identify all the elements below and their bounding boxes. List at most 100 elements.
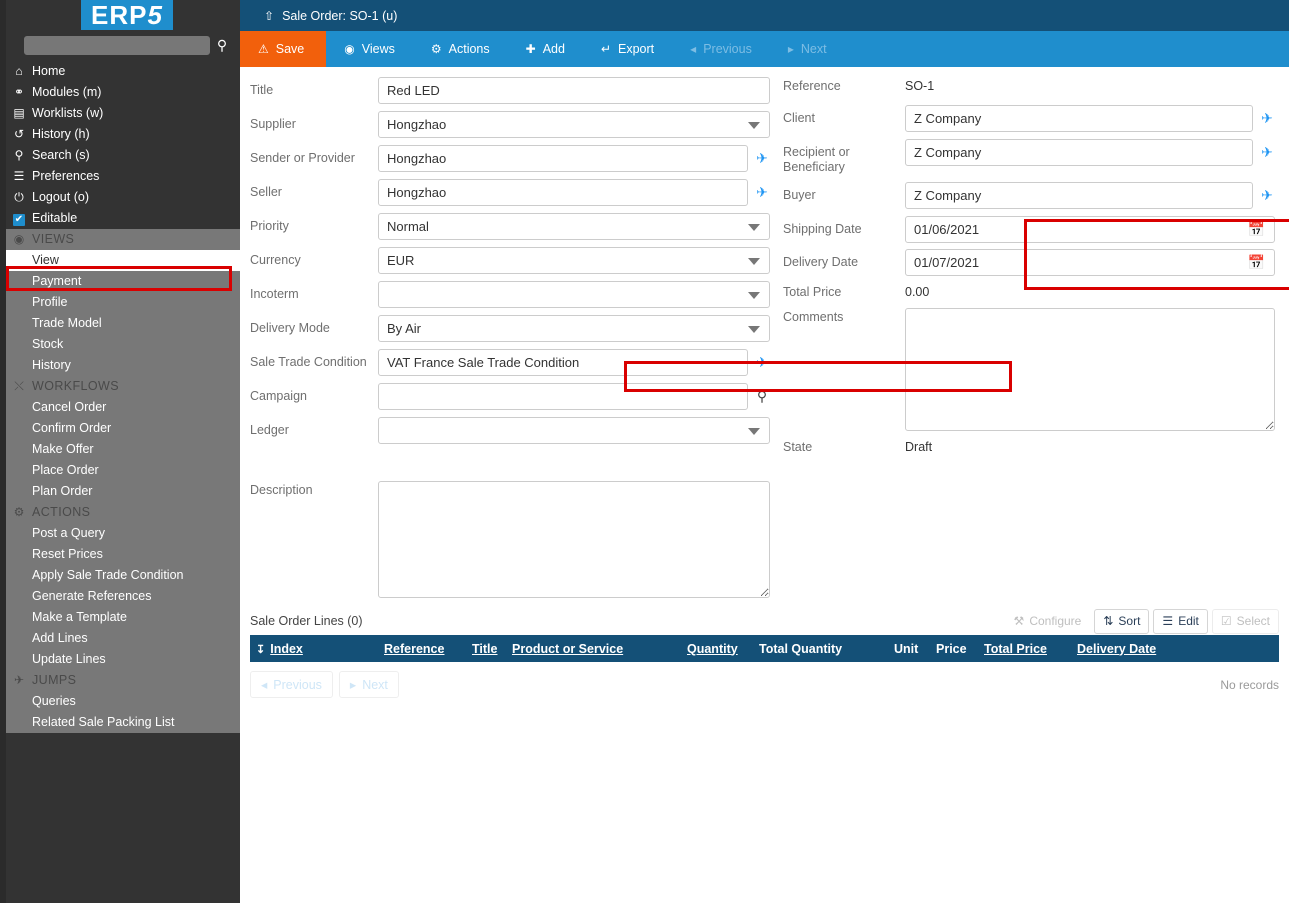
- ledger-select[interactable]: [378, 417, 770, 444]
- sidebar-item-worklists[interactable]: ▤ Worklists (w): [0, 103, 240, 124]
- description-textarea[interactable]: [378, 481, 770, 598]
- sidebar-item-generate-references[interactable]: Generate References: [0, 586, 240, 607]
- sidebar-item-make-offer[interactable]: Make Offer: [0, 439, 240, 460]
- column-title[interactable]: Title: [466, 635, 506, 662]
- sidebar-item-make-a-template[interactable]: Make a Template: [0, 607, 240, 628]
- sidebar-item-apply-sale-trade-condition[interactable]: Apply Sale Trade Condition: [0, 565, 240, 586]
- sidebar-item-add-lines[interactable]: Add Lines: [0, 628, 240, 649]
- column-index[interactable]: ↧ Index: [250, 635, 378, 662]
- sidebar-filler: [0, 733, 240, 903]
- sidebar-item-profile[interactable]: Profile: [0, 292, 240, 313]
- edit-button[interactable]: ☰ Edit: [1153, 608, 1208, 634]
- priority-select[interactable]: Normal: [378, 213, 770, 240]
- client-input[interactable]: [905, 105, 1253, 132]
- search-icon[interactable]: ⚲: [210, 34, 234, 56]
- sidebar-item-logout[interactable]: ⏻ Logout (o): [0, 187, 240, 208]
- sidebar-item-queries[interactable]: Queries: [0, 691, 240, 712]
- save-button[interactable]: ⚠ Save: [240, 31, 327, 67]
- section-header-label: JUMPS: [32, 673, 77, 687]
- campaign-input[interactable]: [378, 383, 748, 410]
- calendar-icon[interactable]: 📅: [1248, 221, 1265, 238]
- sidebar-item-related-sale-packing-list[interactable]: Related Sale Packing List: [0, 712, 240, 733]
- plane-icon: ✈: [13, 673, 25, 687]
- export-button[interactable]: ↵ Export: [583, 31, 672, 67]
- plane-icon[interactable]: ✈: [1259, 144, 1275, 161]
- sidebar-item-post-a-query[interactable]: Post a Query: [0, 523, 240, 544]
- save-label: Save: [275, 42, 305, 56]
- sidebar-item-cancel-order[interactable]: Cancel Order: [0, 397, 240, 418]
- sidebar-item-confirm-order[interactable]: Confirm Order: [0, 418, 240, 439]
- sidebar-item-history-view[interactable]: History: [0, 355, 240, 376]
- field-control: ✈: [905, 139, 1275, 166]
- sidebar-item-search[interactable]: ⚲ Search (s): [0, 145, 240, 166]
- power-icon: ⏻: [14, 190, 24, 204]
- arrow-up-icon[interactable]: ⇧: [264, 9, 274, 23]
- views-button[interactable]: ◉ Views: [326, 31, 413, 67]
- delivery-date-input[interactable]: 01/07/2021 📅: [905, 249, 1275, 276]
- title-input[interactable]: [378, 77, 770, 104]
- column-delivery-date[interactable]: Delivery Date: [1071, 635, 1279, 662]
- chevron-down-icon: [748, 223, 760, 231]
- sidebar-item-place-order[interactable]: Place Order: [0, 460, 240, 481]
- sidebar-item-modules[interactable]: ⚭ Modules (m): [0, 82, 240, 103]
- sidebar-item-history[interactable]: ↺ History (h): [0, 124, 240, 145]
- warning-triangle-icon: ⚠: [258, 42, 269, 56]
- plus-icon: ✚: [525, 42, 536, 56]
- chevron-down-icon: [748, 257, 760, 265]
- sidebar-item-home[interactable]: ⌂ Home: [0, 61, 240, 82]
- sidebar-item-plan-order[interactable]: Plan Order: [0, 481, 240, 502]
- chevron-right-icon: ▸: [349, 678, 357, 692]
- add-button[interactable]: ✚ Add: [508, 31, 583, 67]
- sale-order-lines-listbox: Sale Order Lines (0) ⚒ Configure ⇅ Sort …: [250, 601, 1279, 698]
- sidebar-item-label: Trade Model: [32, 316, 102, 330]
- listbox-title: Sale Order Lines (0): [250, 614, 363, 628]
- select-button: ☑ Select: [1211, 608, 1279, 634]
- sidebar-item-label: Make a Template: [32, 610, 127, 624]
- sidebar-item-reset-prices[interactable]: Reset Prices: [0, 544, 240, 565]
- plane-icon[interactable]: ✈: [1259, 187, 1275, 204]
- actions-button[interactable]: ⚙ Actions: [413, 31, 508, 67]
- sidebar-item-trade-model[interactable]: Trade Model: [0, 313, 240, 334]
- supplier-select[interactable]: Hongzhao: [378, 111, 770, 138]
- comments-textarea[interactable]: [905, 308, 1275, 431]
- column-label: Total Quantity: [759, 641, 843, 656]
- field-label: Sender or Provider: [250, 151, 355, 165]
- plane-icon[interactable]: ✈: [1259, 110, 1275, 127]
- checkbox-icon[interactable]: ✔: [6, 208, 32, 229]
- calendar-icon[interactable]: 📅: [1248, 254, 1265, 271]
- field-control: [905, 308, 1275, 431]
- sidebar-item-view[interactable]: View: [0, 250, 240, 271]
- currency-select[interactable]: EUR: [378, 247, 770, 274]
- erp5-logo[interactable]: ERP5: [81, 0, 173, 30]
- column-reference[interactable]: Reference: [378, 635, 466, 662]
- delivery-mode-select[interactable]: By Air: [378, 315, 770, 342]
- sidebar-item-label: Make Offer: [32, 442, 94, 456]
- sidebar-item-update-lines[interactable]: Update Lines: [0, 649, 240, 670]
- sidebar-item-preferences[interactable]: ☰ Preferences: [0, 166, 240, 187]
- search-icon[interactable]: ⚲: [754, 388, 770, 405]
- incoterm-select[interactable]: [378, 281, 770, 308]
- column-product-or-service[interactable]: Product or Service: [506, 635, 681, 662]
- column-total-price[interactable]: Total Price: [978, 635, 1071, 662]
- search-input[interactable]: [24, 35, 210, 55]
- recipient-input[interactable]: [905, 139, 1253, 166]
- field-label: Reference: [783, 79, 841, 93]
- sidebar-section-actions: ⚙ ACTIONS: [0, 502, 240, 523]
- plane-icon[interactable]: ✈: [754, 184, 770, 201]
- shipping-date-input[interactable]: 01/06/2021 📅: [905, 216, 1275, 243]
- sender-input[interactable]: [378, 145, 748, 172]
- sort-button[interactable]: ⇅ Sort: [1094, 608, 1150, 634]
- column-quantity[interactable]: Quantity: [681, 635, 753, 662]
- sidebar-item-stock[interactable]: Stock: [0, 334, 240, 355]
- field-control: 01/06/2021 📅: [905, 216, 1275, 243]
- field-client: Client ✈: [783, 105, 1275, 132]
- sidebar-item-label: Generate References: [32, 589, 152, 603]
- plane-icon[interactable]: ✈: [754, 150, 770, 167]
- sale-trade-condition-input[interactable]: [378, 349, 748, 376]
- sidebar-item-editable[interactable]: ✔ Editable: [0, 208, 240, 229]
- plane-icon[interactable]: ✈: [754, 354, 770, 371]
- sidebar-item-label: Queries: [32, 694, 76, 708]
- sidebar-item-payment[interactable]: Payment: [0, 271, 240, 292]
- buyer-input[interactable]: [905, 182, 1253, 209]
- seller-input[interactable]: [378, 179, 748, 206]
